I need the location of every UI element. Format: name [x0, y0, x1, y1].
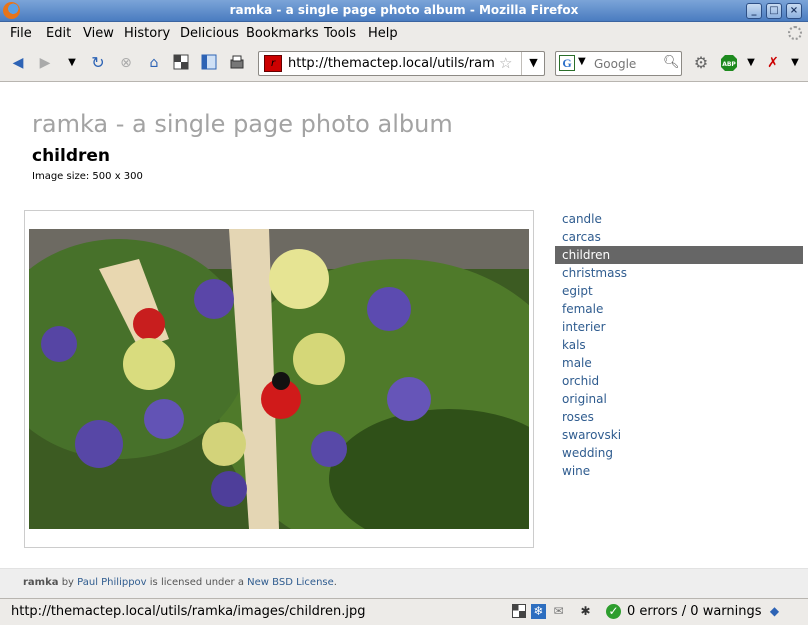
check-icon[interactable]: ✓	[606, 604, 621, 619]
url-dropdown-icon[interactable]: ▼	[521, 52, 545, 75]
maximize-button[interactable]: □	[766, 3, 782, 19]
google-engine-icon[interactable]: G	[559, 55, 575, 71]
bookmark-star-icon[interactable]: ☆	[499, 54, 512, 72]
screenshot-status-icon[interactable]	[511, 604, 526, 619]
author-link[interactable]: Paul Philippov	[77, 577, 146, 588]
album-item-interier[interactable]: interier	[555, 318, 803, 336]
noscript-icon[interactable]: ✗	[764, 54, 782, 72]
window-title: ramka - a single page photo album - Mozi…	[229, 3, 579, 17]
update-icon[interactable]: ◆	[767, 604, 782, 619]
noscript-dropdown-icon[interactable]: ▼	[786, 54, 804, 72]
album-item-children[interactable]: children	[555, 246, 803, 264]
menu-file[interactable]: File	[10, 26, 32, 41]
search-icon[interactable]: 🔍︎	[663, 55, 680, 70]
window-titlebar: ramka - a single page photo album - Mozi…	[0, 0, 808, 22]
errors-warnings-label[interactable]: 0 errors / 0 warnings	[627, 604, 762, 619]
footer-by: by	[61, 577, 74, 588]
svg-text:ABP: ABP	[722, 61, 736, 68]
site-favicon-icon: r	[264, 55, 282, 72]
footer-line: ramka by Paul Philippov is licensed unde…	[23, 577, 337, 588]
print-icon[interactable]	[228, 54, 246, 72]
history-dropdown-icon[interactable]: ▼	[63, 54, 81, 72]
reload-icon[interactable]: ↻	[89, 54, 107, 72]
forward-icon[interactable]: ▶	[36, 54, 54, 72]
stop-icon[interactable]: ⊗	[117, 54, 135, 72]
url-text[interactable]: http://themactep.local/utils/ramka/	[288, 56, 494, 71]
album-item-wine[interactable]: wine	[555, 462, 803, 480]
adblock-dropdown-icon[interactable]: ▼	[742, 54, 760, 72]
screenshot-icon[interactable]	[172, 54, 190, 72]
firebug-icon[interactable]: ✱	[578, 604, 593, 619]
page-footer: ramka by Paul Philippov is licensed unde…	[0, 568, 808, 598]
menu-help[interactable]: Help	[368, 26, 398, 41]
album-list: candle carcas children christmass egipt femal…	[555, 210, 803, 480]
menu-view[interactable]: View	[83, 26, 114, 41]
album-item-swarovski[interactable]: swarovski	[555, 426, 803, 444]
image-size-label: Image size: 500 x 300	[32, 171, 143, 182]
album-item-male[interactable]: male	[555, 354, 803, 372]
album-title: children	[32, 146, 111, 166]
album-item-original[interactable]: original	[555, 390, 803, 408]
album-item-wedding[interactable]: wedding	[555, 444, 803, 462]
album-item-kals[interactable]: kals	[555, 336, 803, 354]
album-item-egipt[interactable]: egipt	[555, 282, 803, 300]
throbber-icon	[788, 26, 802, 40]
navigation-toolbar: ◀ ▶ ▼ ↻ ⊗ ⌂ r http://themactep.local/uti…	[0, 44, 808, 82]
close-button[interactable]: ×	[786, 3, 802, 19]
menu-history[interactable]: History	[124, 26, 170, 41]
album-item-orchid[interactable]: orchid	[555, 372, 803, 390]
menu-bookmarks[interactable]: Bookmarks	[246, 26, 319, 41]
status-bar: http://themactep.local/utils/ramka/image…	[0, 598, 808, 625]
menu-bar: File Edit View History Delicious Bookmar…	[0, 22, 808, 44]
footer-app-name: ramka	[23, 577, 59, 588]
album-item-candle[interactable]: candle	[555, 210, 803, 228]
footer-period: .	[333, 577, 337, 588]
back-icon[interactable]: ◀	[9, 54, 27, 72]
adblock-icon[interactable]: ABP	[720, 54, 738, 72]
search-bar[interactable]: G ▼ 🔍︎	[555, 51, 682, 76]
menu-delicious[interactable]: Delicious	[180, 26, 239, 41]
site-title: ramka - a single page photo album	[32, 110, 453, 138]
album-item-roses[interactable]: roses	[555, 408, 803, 426]
status-text: http://themactep.local/utils/ramka/image…	[11, 604, 366, 619]
url-bar[interactable]: r http://themactep.local/utils/ramka/ ☆ …	[258, 51, 545, 76]
search-input[interactable]	[594, 54, 662, 73]
search-engine-dropdown-icon[interactable]: ▼	[578, 56, 586, 67]
photo-frame	[24, 210, 534, 548]
minimize-button[interactable]: _	[746, 3, 762, 19]
page-content: ramka - a single page photo album childr…	[0, 82, 808, 568]
footer-licensed: is licensed under a	[149, 577, 244, 588]
sidebar-icon[interactable]	[200, 54, 218, 72]
album-item-christmass[interactable]: christmass	[555, 264, 803, 282]
snowflake-icon[interactable]: ❄	[531, 604, 546, 619]
menu-edit[interactable]: Edit	[46, 26, 71, 41]
album-item-female[interactable]: female	[555, 300, 803, 318]
album-item-carcas[interactable]: carcas	[555, 228, 803, 246]
album-photo[interactable]	[29, 229, 529, 529]
home-icon[interactable]: ⌂	[145, 54, 163, 72]
mail-icon[interactable]: ✉	[551, 604, 566, 619]
gear-icon[interactable]: ⚙	[692, 54, 710, 72]
license-link[interactable]: New BSD License	[247, 577, 334, 588]
menu-tools[interactable]: Tools	[324, 26, 356, 41]
